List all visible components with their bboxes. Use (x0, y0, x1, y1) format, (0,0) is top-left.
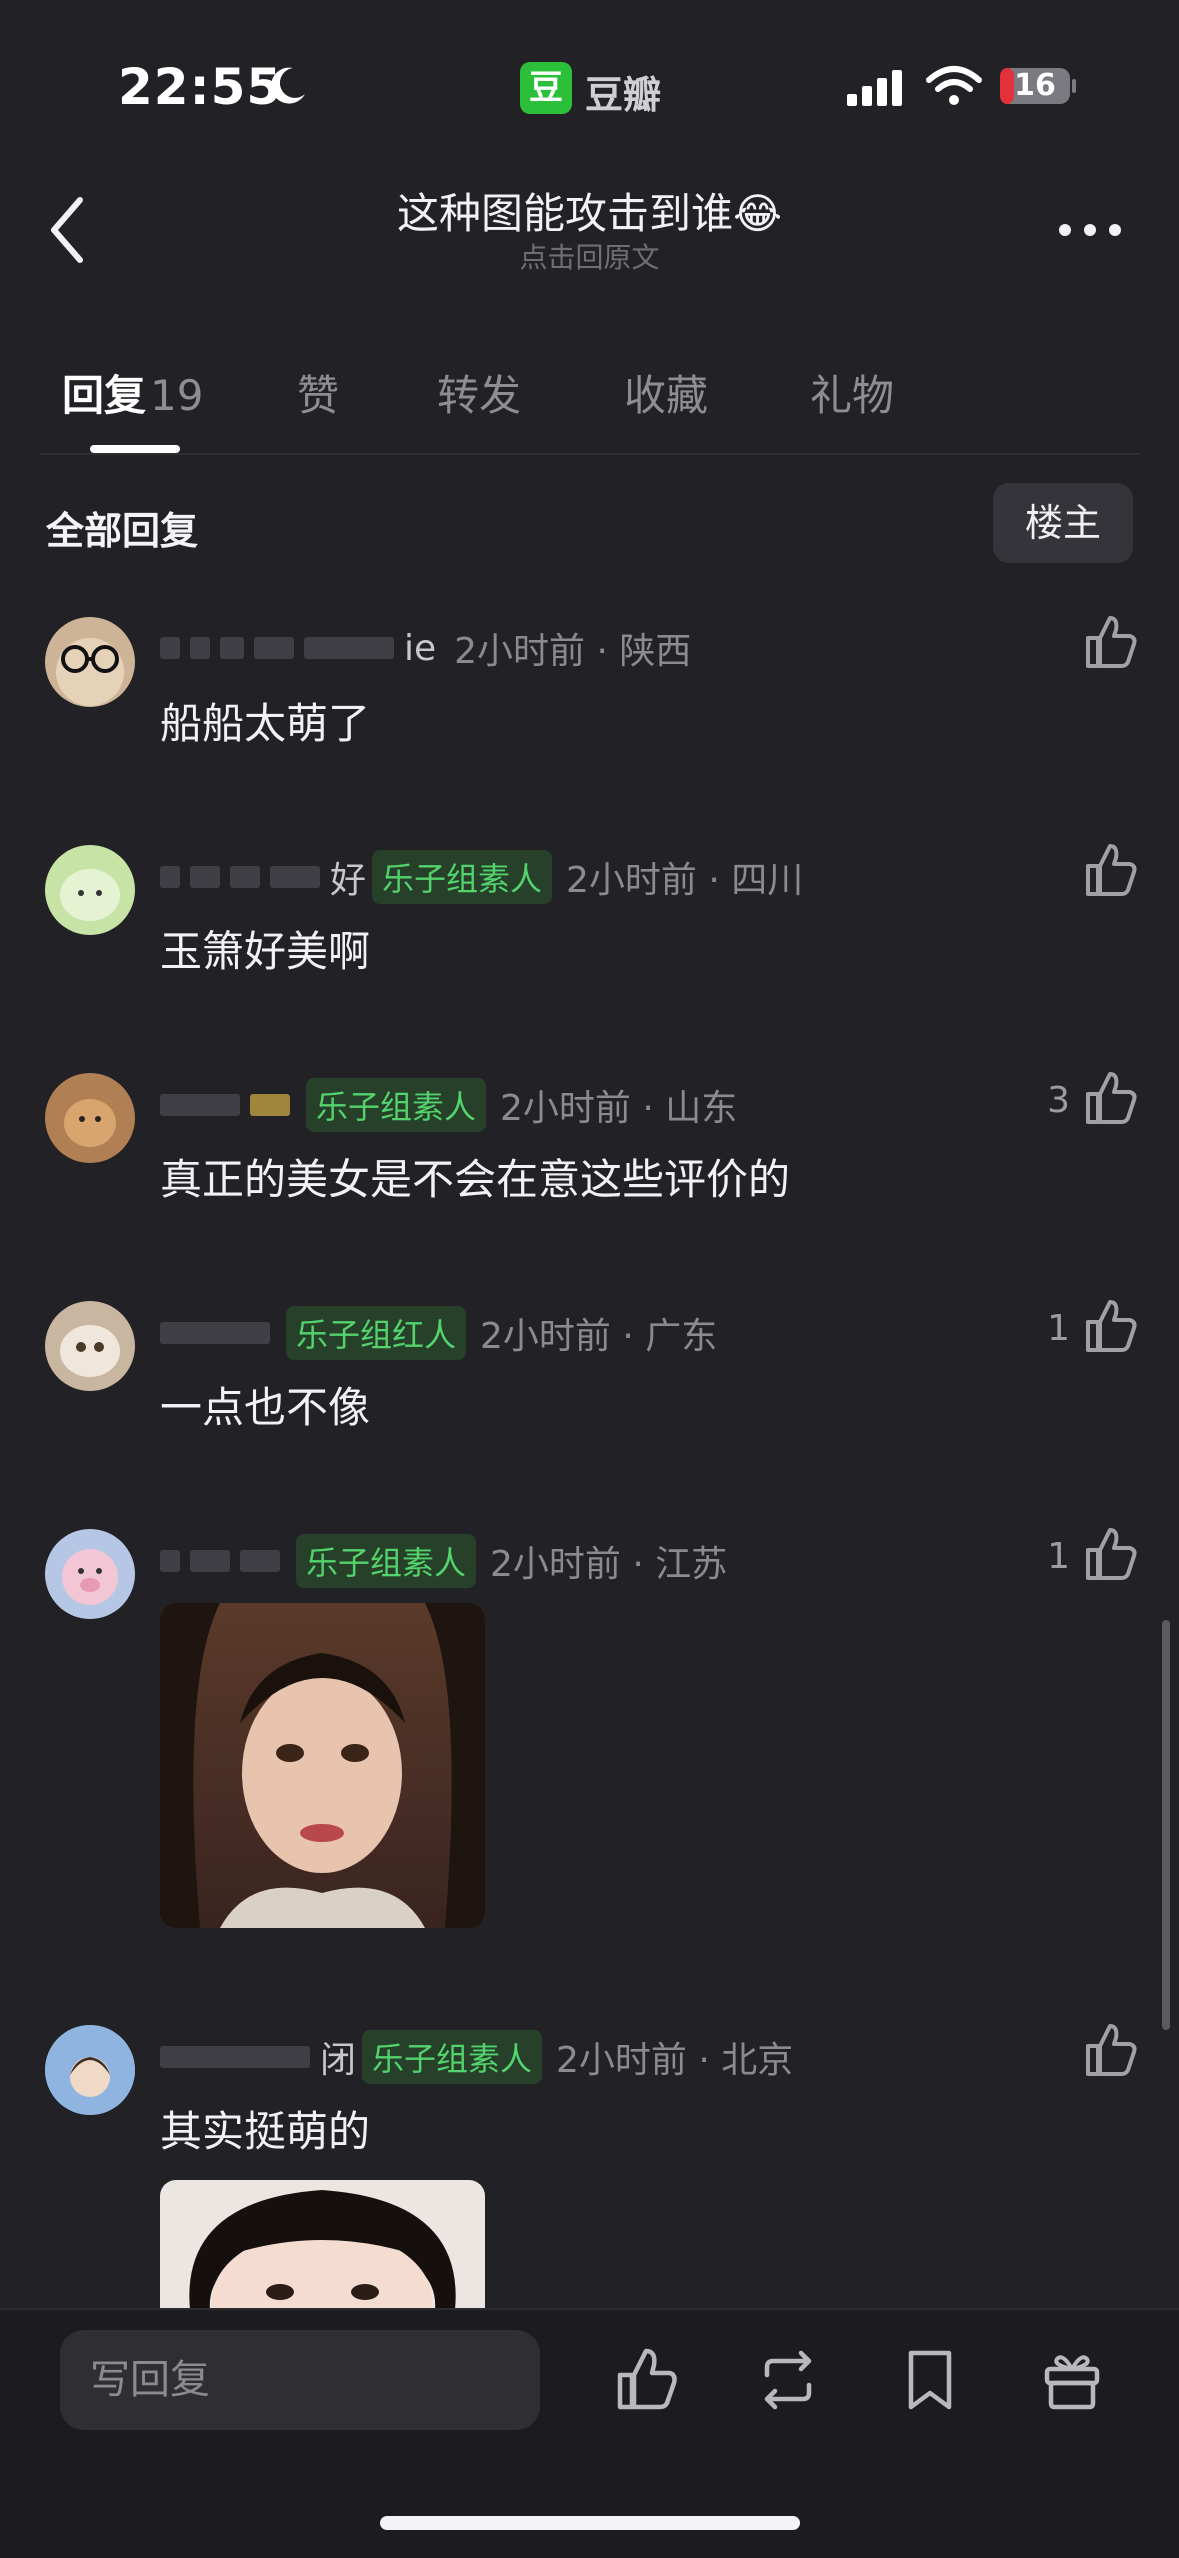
avatar[interactable] (45, 617, 135, 707)
more-icon[interactable] (1055, 210, 1125, 250)
comment-text: 真正的美女是不会在意这些评价的 (160, 1155, 791, 1204)
thumbs-up-icon[interactable] (1080, 1296, 1140, 1356)
tab-indicator (90, 445, 180, 453)
blurred-username (270, 866, 320, 888)
bookmark-icon[interactable] (895, 2345, 965, 2415)
comment-time-location: 2小时前 · 北京 (556, 2040, 794, 2081)
thumbs-up-icon[interactable] (1080, 840, 1140, 900)
blurred-username (240, 1550, 280, 1572)
comment-text: 船船太萌了 (160, 699, 371, 748)
avatar[interactable] (45, 845, 135, 935)
scrollbar[interactable] (1162, 1620, 1170, 2030)
blurred-username (190, 866, 220, 888)
avatar[interactable] (45, 1301, 135, 1391)
signal-icon (847, 70, 902, 106)
blurred-username (190, 1550, 230, 1572)
blurred-username (160, 1550, 180, 1572)
comment-time-location: 2小时前 · 四川 (566, 860, 804, 901)
blurred-username (230, 866, 260, 888)
blurred-username (160, 866, 180, 888)
username[interactable]: ie (404, 628, 436, 669)
comment-meta: ie 2小时前 · 陕西 (160, 622, 691, 674)
post-title[interactable]: 这种图能攻击到谁😂 (0, 180, 1179, 241)
blurred-username (160, 1322, 270, 1344)
comment-text: 其实挺萌的 (160, 2107, 371, 2156)
app-name: 豆瓣 (585, 73, 662, 117)
home-indicator[interactable] (380, 2516, 800, 2530)
wifi-icon (926, 66, 982, 105)
tab-replies[interactable]: 回复19 (62, 362, 203, 423)
group-badge: 乐子组素人 (296, 1534, 477, 1588)
comment-text: 玉箫好美啊 (160, 927, 371, 976)
blurred-username (160, 637, 180, 659)
comment-time-location: 2小时前 · 山东 (500, 1088, 738, 1129)
reply-input[interactable] (60, 2330, 540, 2430)
battery-level: 16 (1014, 68, 1056, 103)
blurred-username (160, 1094, 240, 1116)
comment-time-location: 2小时前 · 陕西 (454, 631, 692, 672)
group-badge: 乐子组素人 (306, 1078, 487, 1132)
thumbs-up-icon[interactable] (1080, 612, 1140, 672)
thumbs-up-icon[interactable] (1080, 1068, 1140, 1128)
back-to-post-link[interactable]: 点击回原文 (0, 236, 1179, 276)
tab-gifts[interactable]: 礼物 (810, 362, 894, 423)
comment-text: 一点也不像 (160, 1383, 371, 1432)
tabs-divider (40, 453, 1140, 455)
blurred-username (254, 637, 294, 659)
owner-only-button[interactable]: 楼主 (993, 483, 1133, 563)
tab-likes[interactable]: 赞 (297, 362, 339, 423)
tab-favorites[interactable]: 收藏 (624, 362, 708, 423)
blurred-username (304, 637, 394, 659)
group-badge: 乐子组素人 (372, 850, 553, 904)
repost-icon[interactable] (753, 2345, 823, 2415)
thumbs-up-icon[interactable] (1080, 2020, 1140, 2080)
avatar[interactable] (45, 2025, 135, 2115)
comment-meta: 乐子组素人 2小时前 · 江苏 (160, 1534, 727, 1588)
username[interactable]: 好 (330, 851, 366, 903)
comment-time-location: 2小时前 · 广东 (480, 1316, 718, 1357)
thumbs-up-icon[interactable] (1080, 1524, 1140, 1584)
blurred-username (160, 2046, 310, 2068)
group-badge: 乐子组红人 (286, 1306, 467, 1360)
tab-replies-label: 回复 (62, 371, 147, 420)
comment-meta: 好 乐子组素人 2小时前 · 四川 (160, 850, 803, 904)
avatar[interactable] (45, 1529, 135, 1619)
tab-replies-count: 19 (150, 371, 204, 420)
douban-app-icon: 豆 (520, 62, 572, 114)
status-time: 22:55 (118, 58, 283, 116)
username[interactable]: 闭 (320, 2031, 356, 2083)
comment-meta: 闭 乐子组素人 2小时前 · 北京 (160, 2030, 793, 2084)
comment-image[interactable] (160, 1603, 485, 1928)
moon-icon (271, 67, 305, 104)
blurred-username (190, 637, 210, 659)
comment-image[interactable] (160, 2180, 485, 2310)
blurred-username (250, 1094, 290, 1116)
section-title: 全部回复 (46, 509, 199, 553)
blurred-username (220, 637, 244, 659)
like-count: 1 (1047, 1308, 1070, 1349)
like-count: 3 (1047, 1080, 1070, 1121)
gift-icon[interactable] (1037, 2345, 1107, 2415)
tab-reposts[interactable]: 转发 (437, 362, 521, 423)
group-badge: 乐子组素人 (362, 2030, 543, 2084)
comment-time-location: 2小时前 · 江苏 (490, 1544, 728, 1585)
comment-meta: 乐子组素人 2小时前 · 山东 (160, 1078, 737, 1132)
like-count: 1 (1047, 1536, 1070, 1577)
thumbs-up-icon[interactable] (612, 2345, 682, 2415)
avatar[interactable] (45, 1073, 135, 1163)
comment-meta: 乐子组红人 2小时前 · 广东 (160, 1306, 717, 1360)
